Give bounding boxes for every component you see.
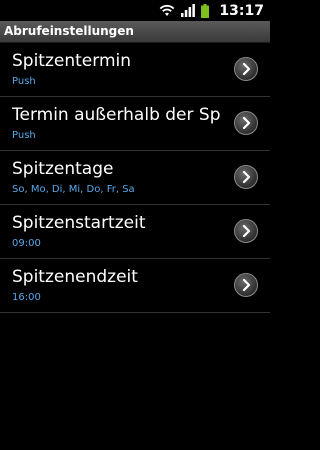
wifi-icon xyxy=(159,4,175,17)
clock: 13:17 xyxy=(219,2,264,19)
chevron-right-icon[interactable] xyxy=(234,57,258,81)
status-icons: 13:17 xyxy=(159,0,264,21)
signal-icon xyxy=(181,4,196,17)
status-bar: 13:17 xyxy=(0,0,270,21)
settings-list: Spitzentermin Push Termin außerhalb der … xyxy=(0,43,270,313)
item-summary: 16:00 xyxy=(12,292,41,303)
item-summary: 09:00 xyxy=(12,238,41,249)
item-summary: Push xyxy=(12,130,36,141)
item-title: Spitzentage xyxy=(12,159,114,179)
item-title: Spitzentermin xyxy=(12,51,131,71)
battery-icon xyxy=(201,3,210,18)
chevron-right-icon[interactable] xyxy=(234,111,258,135)
item-summary: So, Mo, Di, Mi, Do, Fr, Sa xyxy=(12,184,135,195)
item-title: Termin außerhalb der Sp xyxy=(12,105,221,125)
chevron-right-icon[interactable] xyxy=(234,165,258,189)
settings-item-spitzentermin[interactable]: Spitzentermin Push xyxy=(0,43,270,97)
item-title: Spitzenendzeit xyxy=(12,267,138,287)
settings-item-termin-ausserhalb[interactable]: Termin außerhalb der Sp Push xyxy=(0,97,270,151)
settings-item-spitzentage[interactable]: Spitzentage So, Mo, Di, Mi, Do, Fr, Sa xyxy=(0,151,270,205)
item-summary: Push xyxy=(12,76,36,87)
item-title: Spitzenstartzeit xyxy=(12,213,146,233)
settings-item-spitzenendzeit[interactable]: Spitzenendzeit 16:00 xyxy=(0,259,270,313)
chevron-right-icon[interactable] xyxy=(234,273,258,297)
chevron-right-icon[interactable] xyxy=(234,219,258,243)
screen: 13:17 Abrufeinstellungen Spitzentermin P… xyxy=(0,0,270,450)
settings-item-spitzenstartzeit[interactable]: Spitzenstartzeit 09:00 xyxy=(0,205,270,259)
page-title: Abrufeinstellungen xyxy=(4,24,134,38)
title-bar: Abrufeinstellungen xyxy=(0,21,270,43)
